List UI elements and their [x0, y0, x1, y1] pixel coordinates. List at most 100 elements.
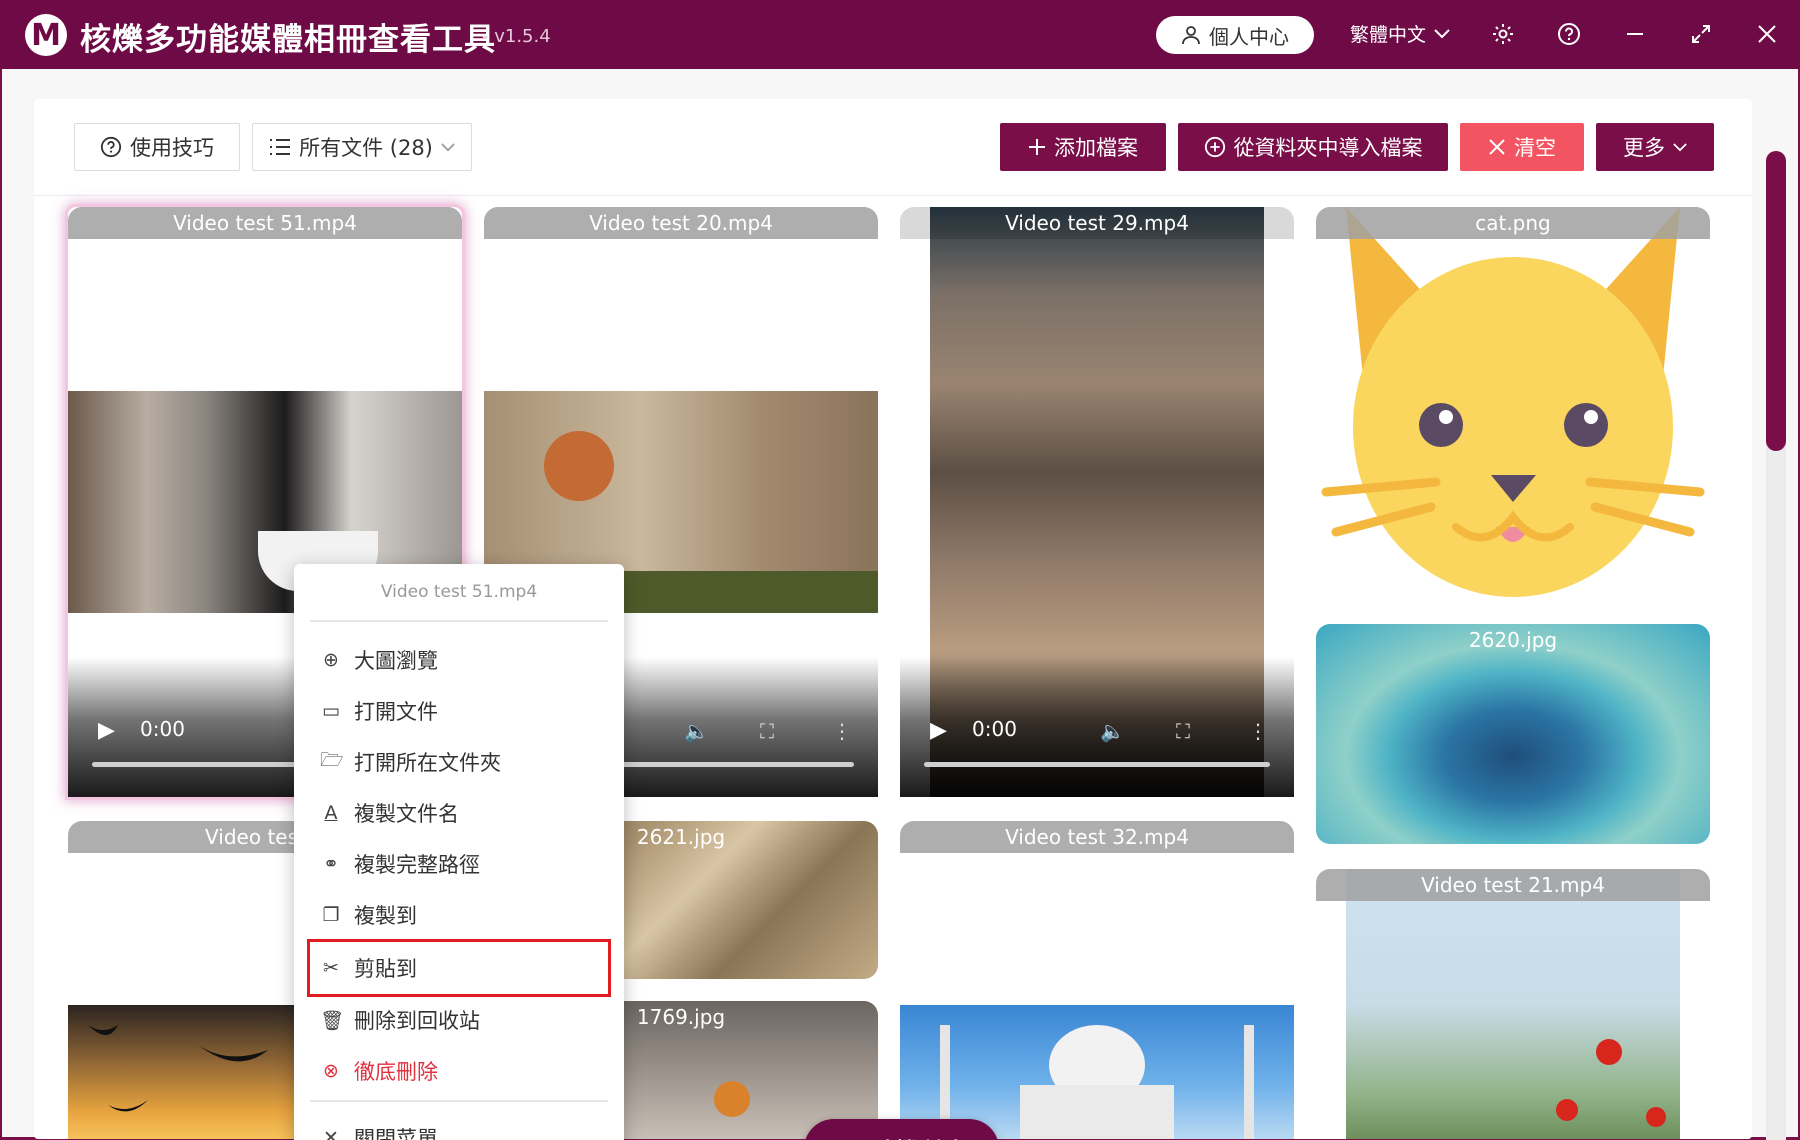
- title-bar: M 核爍多功能媒體相冊查看工具 - v1.5.4 個人中心 繁體中文: [0, 0, 1800, 69]
- menu-divider: [310, 620, 608, 622]
- media-card-cat[interactable]: cat.png: [1316, 207, 1710, 607]
- fullscreen-icon[interactable]: ⛶: [760, 719, 774, 743]
- copy-icon: ❐: [322, 904, 340, 926]
- scrollbar-thumb[interactable]: [1766, 151, 1786, 451]
- robin-bird: [714, 1081, 750, 1117]
- menu-item-recycle[interactable]: 🗑 刪除到回收站: [310, 998, 608, 1042]
- media-card-video-21[interactable]: Video test 21.mp4: [1316, 869, 1710, 1139]
- expand-icon: [1692, 25, 1710, 43]
- content-panel: 使用技巧 所有文件 (28) 添加檔案 從資料夾中導入檔案 清空 更多 Vide…: [34, 99, 1752, 1139]
- toolbar-divider: [34, 195, 1752, 196]
- app-version: - v1.5.4: [482, 26, 551, 47]
- media-card-video-32[interactable]: Video test 32.mp4: [900, 821, 1294, 1139]
- menu-item-delete-permanently[interactable]: ⊗ 徹底刪除: [310, 1049, 608, 1093]
- user-center-button[interactable]: 個人中心: [1156, 16, 1314, 54]
- context-menu: Video test 51.mp4 ⊕ 大圖瀏覽 ▭ 打開文件 🗁 打開所在文件…: [294, 564, 624, 1140]
- plus-icon: [1029, 139, 1045, 155]
- more-label: 更多: [1623, 136, 1665, 160]
- progress-bar[interactable]: [924, 762, 1270, 767]
- language-label: 繁體中文: [1350, 24, 1427, 46]
- minimize-button[interactable]: [1619, 18, 1651, 50]
- card-label: Video test 29.mp4: [900, 207, 1294, 239]
- menu-item-close[interactable]: ✕ 關閉菜單: [310, 1116, 608, 1140]
- main-area: 使用技巧 所有文件 (28) 添加檔案 從資料夾中導入檔案 清空 更多 Vide…: [2, 69, 1798, 1140]
- maximize-button[interactable]: [1685, 18, 1717, 50]
- menu-item-label: 複製到: [354, 904, 417, 928]
- fullscreen-icon[interactable]: ⛶: [1176, 719, 1190, 743]
- list-icon: [270, 139, 291, 155]
- media-card-video-29[interactable]: Video test 29.mp4 ▶ 0:00 🔈 ⛶ ⋮: [900, 207, 1294, 797]
- question-icon: [100, 136, 122, 158]
- close-icon: [1758, 25, 1776, 43]
- chevron-down-icon: [1673, 142, 1687, 151]
- close-icon: [1489, 139, 1505, 155]
- add-file-button[interactable]: 添加檔案: [1000, 123, 1166, 171]
- menu-item-preview[interactable]: ⊕ 大圖瀏覽: [310, 638, 608, 682]
- random-browse-label: 隨機瀏覽: [873, 1132, 965, 1140]
- card-label: Video test 32.mp4: [900, 821, 1294, 853]
- app-logo: M: [25, 14, 67, 56]
- user-center-label: 個人中心: [1209, 24, 1289, 49]
- poppy-flower: [1596, 1039, 1622, 1065]
- menu-item-copy-to[interactable]: ❐ 複製到: [310, 893, 608, 937]
- add-file-label: 添加檔案: [1054, 136, 1138, 160]
- menu-divider: [310, 1100, 608, 1102]
- question-icon: [1558, 23, 1580, 45]
- play-icon[interactable]: ▶: [98, 718, 115, 743]
- help-button[interactable]: [1553, 18, 1585, 50]
- card-label: Video test 51.mp4: [68, 207, 462, 239]
- random-browse-button[interactable]: 隨機瀏覽: [804, 1119, 999, 1140]
- tips-button[interactable]: 使用技巧: [74, 123, 240, 171]
- plus-circle-icon: [1204, 136, 1225, 158]
- menu-item-label: 關閉菜單: [354, 1127, 438, 1140]
- more-vertical-icon[interactable]: ⋮: [832, 719, 852, 743]
- close-window-button[interactable]: [1751, 18, 1783, 50]
- clear-label: 清空: [1514, 136, 1556, 160]
- card-label: Video test 21.mp4: [1316, 869, 1710, 901]
- volume-icon[interactable]: 🔈: [684, 719, 709, 743]
- video-time: 0:00: [140, 717, 185, 741]
- menu-item-cut-to[interactable]: ✂ 剪貼到: [307, 939, 611, 997]
- video-time: 0:00: [972, 717, 1017, 741]
- card-label: Video test 20.mp4: [484, 207, 878, 239]
- poppy-field-photo: [1346, 869, 1680, 1139]
- play-icon[interactable]: ▶: [930, 718, 947, 743]
- file-filter-select[interactable]: 所有文件 (28): [252, 123, 472, 171]
- scissors-icon: ✂: [323, 957, 339, 979]
- text-icon: A: [324, 802, 338, 824]
- menu-item-copy-name[interactable]: A 複製文件名: [310, 791, 608, 835]
- menu-item-label: 刪除到回收站: [354, 1009, 480, 1033]
- volume-icon[interactable]: 🔈: [1100, 719, 1125, 743]
- clear-button[interactable]: 清空: [1460, 123, 1584, 171]
- file-filter-label: 所有文件 (28): [299, 136, 433, 160]
- media-card-2620[interactable]: 2620.jpg: [1316, 624, 1710, 844]
- user-icon: [1182, 26, 1200, 45]
- close-icon: ✕: [323, 1127, 339, 1140]
- card-label: cat.png: [1316, 207, 1710, 239]
- menu-item-label: 徹底刪除: [354, 1060, 438, 1084]
- link-icon: ⚭: [323, 853, 339, 875]
- more-button[interactable]: 更多: [1596, 123, 1714, 171]
- context-menu-title: Video test 51.mp4: [380, 582, 538, 602]
- menu-item-open-folder[interactable]: 🗁 打開所在文件夾: [310, 740, 608, 784]
- menu-item-label: 大圖瀏覽: [354, 649, 438, 673]
- gear-icon: [1493, 24, 1513, 44]
- monitor-icon: ▭: [322, 700, 340, 722]
- menu-item-label: 複製文件名: [354, 802, 459, 826]
- language-select[interactable]: 繁體中文: [1350, 20, 1450, 47]
- menu-item-open-file[interactable]: ▭ 打開文件: [310, 689, 608, 733]
- app-title: 核爍多功能媒體相冊查看工具: [80, 22, 496, 58]
- settings-button[interactable]: [1487, 18, 1519, 50]
- zoom-in-icon: ⊕: [323, 649, 339, 671]
- folder-icon: 🗁: [320, 749, 344, 771]
- menu-item-copy-path[interactable]: ⚭ 複製完整路徑: [310, 842, 608, 886]
- card-label: 2620.jpg: [1468, 628, 1558, 652]
- menu-item-label: 剪貼到: [354, 957, 417, 981]
- chevron-down-icon: [1434, 28, 1450, 38]
- menu-item-label: 打開所在文件夾: [354, 751, 501, 775]
- poppy-flower: [1646, 1107, 1666, 1127]
- more-vertical-icon[interactable]: ⋮: [1248, 719, 1268, 743]
- robin-bird: [544, 431, 614, 501]
- import-folder-button[interactable]: 從資料夾中導入檔案: [1178, 123, 1448, 171]
- poppy-flower: [1556, 1099, 1578, 1121]
